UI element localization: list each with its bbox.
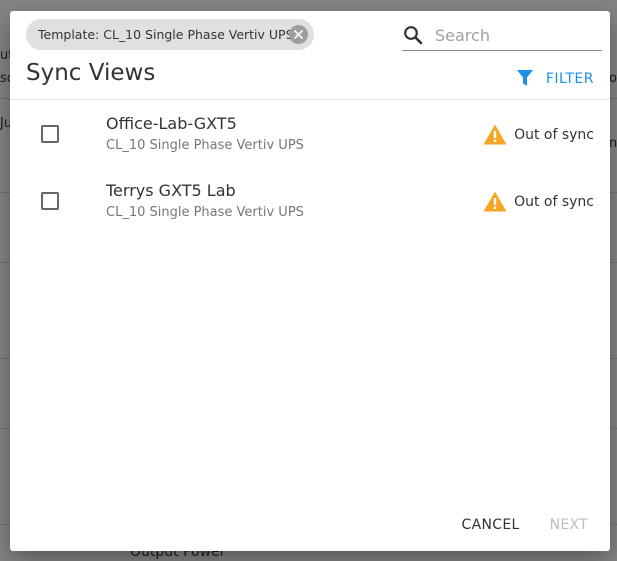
- next-button[interactable]: NEXT: [550, 517, 588, 533]
- header-divider: [10, 99, 610, 100]
- row-checkbox[interactable]: [41, 192, 59, 210]
- funnel-icon: [516, 69, 536, 88]
- view-template: CL_10 Single Phase Vertiv UPS: [106, 138, 304, 153]
- view-name: Terrys GXT5 Lab: [106, 181, 236, 200]
- list-item: Office-Lab-GXT5 CL_10 Single Phase Verti…: [10, 101, 610, 168]
- search-input[interactable]: [433, 24, 597, 46]
- close-circle-icon[interactable]: [289, 25, 308, 44]
- view-template: CL_10 Single Phase Vertiv UPS: [106, 205, 304, 220]
- sync-views-dialog: Template: CL_10 Single Phase Vertiv UPS …: [10, 11, 610, 551]
- dialog-title: Sync Views: [26, 60, 156, 86]
- cancel-button[interactable]: CANCEL: [462, 517, 520, 533]
- view-name: Office-Lab-GXT5: [106, 114, 237, 133]
- search-bar: [402, 20, 602, 51]
- sync-status-label: Out of sync: [514, 126, 594, 143]
- list-item: Terrys GXT5 Lab CL_10 Single Phase Verti…: [10, 168, 610, 235]
- sync-status: Out of sync: [483, 124, 594, 145]
- row-checkbox[interactable]: [41, 125, 59, 143]
- dialog-actions: CANCEL NEXT: [462, 517, 588, 533]
- warning-icon: [483, 191, 507, 212]
- filter-label: FILTER: [545, 70, 594, 87]
- sync-status: Out of sync: [483, 191, 594, 212]
- warning-icon: [483, 124, 507, 145]
- template-filter-chip: Template: CL_10 Single Phase Vertiv UPS: [26, 19, 314, 50]
- sync-view-list: Office-Lab-GXT5 CL_10 Single Phase Verti…: [10, 101, 610, 235]
- search-icon: [402, 24, 424, 46]
- sync-status-label: Out of sync: [514, 193, 594, 210]
- filter-button[interactable]: FILTER: [516, 69, 594, 88]
- chip-label: Template: CL_10 Single Phase Vertiv UPS: [38, 27, 294, 42]
